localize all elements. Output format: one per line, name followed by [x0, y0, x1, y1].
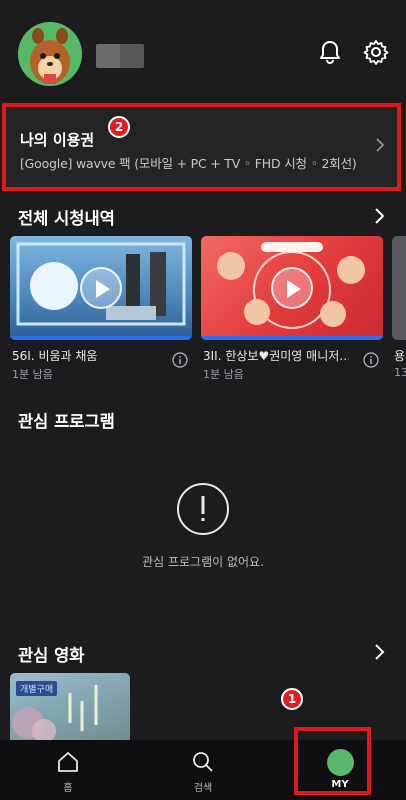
username — [96, 44, 144, 68]
history-section-title: 전체 시청내역 — [18, 209, 115, 228]
history-item-3-title: 용 — [394, 349, 406, 363]
gear-icon[interactable] — [362, 38, 390, 66]
favorite-movies-more-arrow-icon[interactable] — [374, 643, 386, 661]
history-item-1-title: 56I. 비움과 채움 — [12, 349, 98, 363]
history-card-3[interactable] — [392, 236, 406, 340]
favorite-programs-title: 관심 프로그램 — [18, 412, 115, 431]
nav-search-label: 검색 — [193, 783, 213, 794]
favorite-movie-card[interactable]: 개별구매 — [10, 673, 130, 743]
info-icon[interactable] — [172, 352, 188, 368]
history-item-2-remaining: 1분 남음 — [203, 368, 244, 381]
play-button[interactable] — [80, 267, 122, 309]
history-item-3-remaining: 136 — [394, 366, 406, 379]
home-icon — [58, 752, 78, 772]
purchase-tag: 개별구매 — [16, 681, 58, 696]
watch-progress-bar — [10, 336, 192, 340]
subscription-detail: [Google] wavve 팩 (모바일 + PC + TV ◦ FHD 시청… — [20, 156, 357, 171]
history-more-arrow-icon[interactable] — [374, 207, 386, 225]
nav-search[interactable]: 검색 — [163, 740, 243, 800]
chevron-right-icon — [376, 138, 385, 152]
play-icon — [96, 280, 110, 298]
subscription-title: 나의 이용권 — [20, 131, 95, 149]
bell-icon[interactable] — [316, 38, 344, 66]
play-icon — [287, 280, 301, 298]
favorite-programs-empty-text: 관심 프로그램이 없어요. — [142, 555, 264, 569]
annotation-badge-1: 1 — [281, 688, 303, 710]
nav-home-label: 홈 — [63, 783, 73, 794]
annotation-badge-2: 2 — [108, 116, 130, 138]
exclamation-circle-icon — [177, 483, 229, 535]
history-card-1[interactable] — [10, 236, 192, 340]
nav-home[interactable]: 홈 — [28, 740, 108, 800]
info-icon[interactable] — [363, 352, 379, 368]
watch-progress-bar — [201, 336, 383, 340]
history-card-2[interactable] — [201, 236, 383, 340]
history-item-1-remaining: 1분 남음 — [12, 368, 53, 381]
favorite-movies-title: 관심 영화 — [18, 646, 85, 665]
subscription-card[interactable]: 나의 이용권 [Google] wavve 팩 (모바일 + PC + TV ◦… — [2, 103, 401, 191]
history-item-2-title: 3II. 한상보♥권미영 매니저… — [203, 349, 349, 363]
play-button[interactable] — [271, 267, 313, 309]
search-icon — [193, 752, 213, 772]
annotation-highlight-my — [294, 727, 371, 795]
profile-avatar[interactable] — [18, 22, 82, 86]
squirrel-avatar-icon — [18, 22, 82, 86]
